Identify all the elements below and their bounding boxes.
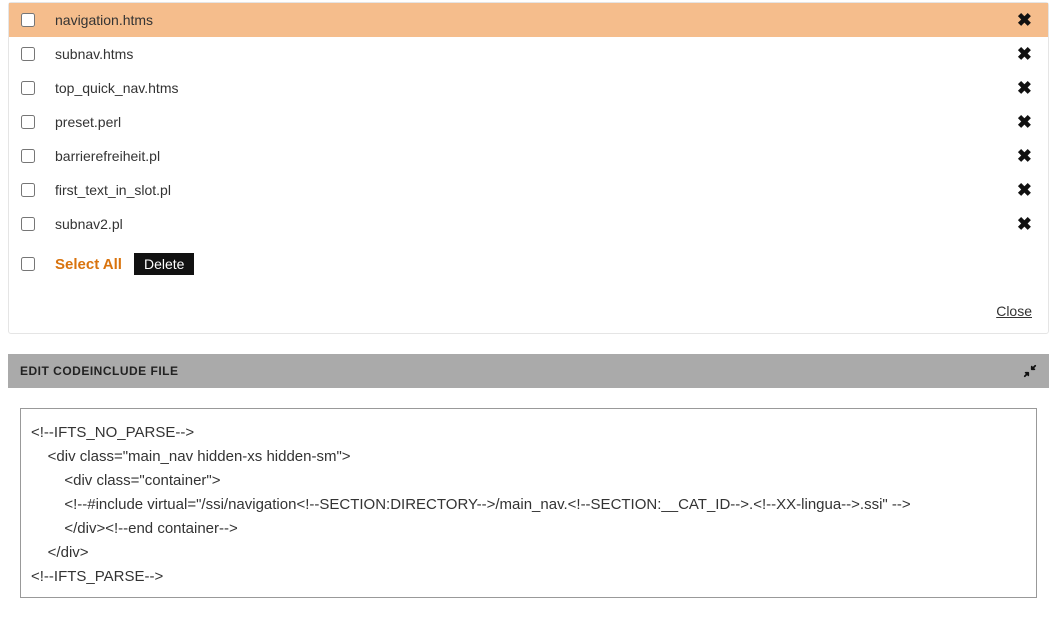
remove-file-icon[interactable]: ✖ <box>1013 11 1036 29</box>
remove-file-icon[interactable]: ✖ <box>1013 215 1036 233</box>
actions-row: Select All Delete <box>9 241 1048 293</box>
code-area-wrap <box>8 388 1049 601</box>
editor-title: EDIT CODEINCLUDE FILE <box>20 364 179 378</box>
select-all-checkbox[interactable] <box>21 257 35 271</box>
editor-header: EDIT CODEINCLUDE FILE <box>8 354 1049 388</box>
file-checkbox[interactable] <box>21 47 35 61</box>
file-name-label: navigation.htms <box>55 12 1013 28</box>
file-name-label: subnav.htms <box>55 46 1013 62</box>
file-checkbox[interactable] <box>21 149 35 163</box>
file-checkbox[interactable] <box>21 81 35 95</box>
remove-file-icon[interactable]: ✖ <box>1013 79 1036 97</box>
delete-button[interactable]: Delete <box>134 253 194 275</box>
file-checkbox[interactable] <box>21 217 35 231</box>
remove-file-icon[interactable]: ✖ <box>1013 45 1036 63</box>
file-row[interactable]: barrierefreiheit.pl✖ <box>9 139 1048 173</box>
file-row[interactable]: preset.perl✖ <box>9 105 1048 139</box>
file-name-label: barrierefreiheit.pl <box>55 148 1013 164</box>
file-checkbox[interactable] <box>21 183 35 197</box>
file-row[interactable]: navigation.htms✖ <box>9 3 1048 37</box>
select-all-link[interactable]: Select All <box>55 256 122 273</box>
close-link[interactable]: Close <box>996 303 1032 319</box>
file-name-label: preset.perl <box>55 114 1013 130</box>
file-row[interactable]: top_quick_nav.htms✖ <box>9 71 1048 105</box>
file-checkbox[interactable] <box>21 115 35 129</box>
remove-file-icon[interactable]: ✖ <box>1013 113 1036 131</box>
remove-file-icon[interactable]: ✖ <box>1013 147 1036 165</box>
file-name-label: first_text_in_slot.pl <box>55 182 1013 198</box>
compress-icon[interactable] <box>1023 364 1037 378</box>
code-editor[interactable] <box>20 408 1037 598</box>
file-name-label: top_quick_nav.htms <box>55 80 1013 96</box>
file-row[interactable]: subnav.htms✖ <box>9 37 1048 71</box>
file-checkbox[interactable] <box>21 13 35 27</box>
file-name-label: subnav2.pl <box>55 216 1013 232</box>
file-list-panel: navigation.htms✖subnav.htms✖top_quick_na… <box>8 2 1049 334</box>
editor-panel: EDIT CODEINCLUDE FILE <box>8 354 1049 601</box>
panel-footer: Close <box>9 293 1048 333</box>
file-row[interactable]: subnav2.pl✖ <box>9 207 1048 241</box>
file-row[interactable]: first_text_in_slot.pl✖ <box>9 173 1048 207</box>
remove-file-icon[interactable]: ✖ <box>1013 181 1036 199</box>
